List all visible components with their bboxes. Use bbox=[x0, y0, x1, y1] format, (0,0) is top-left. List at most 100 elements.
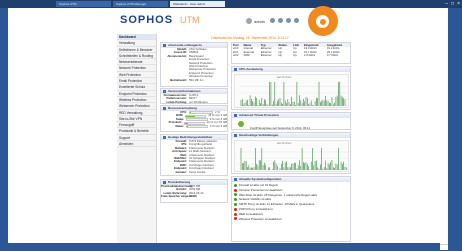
threat-rows: Firewall:8 879 Pakete geblocktIPS:9 Angr… bbox=[161, 140, 227, 174]
logging-panel: Protokollierung Protokolldateitrennung:2… bbox=[160, 179, 228, 203]
network-icon bbox=[234, 134, 237, 137]
help-icon[interactable] bbox=[278, 18, 283, 23]
info-row: Betriebszeit:59d 19h 1m bbox=[161, 79, 227, 82]
threat-panel: Heutige Bedrohungsstatistiken Firewall:8… bbox=[160, 134, 228, 176]
usage-bar bbox=[186, 125, 208, 128]
user-avatar[interactable] bbox=[246, 18, 252, 24]
info-row: Geraten:Keine Gerate bbox=[161, 171, 227, 174]
usage-bar-fill bbox=[185, 123, 187, 124]
user-name[interactable]: admin bbox=[254, 19, 265, 24]
concurrent-title: Gleichzeitige Verbindungen bbox=[239, 133, 278, 138]
system-info-panel: utm.hostel-softsegen.lo Modell:ASG Softw… bbox=[160, 42, 228, 87]
header-icons bbox=[270, 18, 299, 23]
system-messages-title: Aktuelle Systemkonfiguration bbox=[239, 177, 281, 182]
status-dot-icon bbox=[234, 217, 237, 220]
interfaces-body: eth0InternalEthernetUpUp19.3 kbit/s31.2 … bbox=[232, 47, 350, 58]
table-cell: eth2 bbox=[232, 54, 243, 58]
concurrent-header: Gleichzeitige Verbindungen bbox=[232, 133, 350, 138]
version-rows: Firmwareversion:9.205-1Patternversion:59… bbox=[161, 94, 227, 104]
interfaces-table: PortNameTypStatusLinkEingehendAusgehend … bbox=[232, 43, 350, 58]
app-header: SOPHOS UTM admin bbox=[8, 8, 448, 34]
brand-logo: SOPHOS bbox=[120, 14, 173, 26]
config-status-text[interactable]: Wireless Protection ist deaktiviert bbox=[239, 217, 282, 222]
config-status-item: Wireless Protection ist deaktiviert bbox=[234, 217, 350, 222]
info-value: 59d 19h 1m bbox=[189, 79, 204, 82]
maximize-icon[interactable]: □ bbox=[451, 1, 454, 7]
atp-status-text: Zugriff Ereignisse seit September 6, 201… bbox=[250, 126, 310, 130]
info-value: vor 28 Minuten bbox=[189, 101, 208, 104]
browser-tab[interactable]: Sophos UTM Manager bbox=[113, 1, 168, 7]
sidebar-nav: DashboardVerwaltungDefinitionen & Benutz… bbox=[117, 34, 157, 250]
table-cell: 3.7 kbit/s bbox=[326, 54, 350, 58]
config-icon bbox=[234, 178, 237, 181]
browser-window: SOPHOS UTM admin DashboardVerwaltungDefi… bbox=[8, 8, 448, 250]
browser-tab-active[interactable]: Webadmin - User admin bbox=[170, 1, 225, 7]
product-name: UTM bbox=[180, 15, 200, 25]
info-key: Daten: bbox=[161, 125, 186, 128]
disk-icon bbox=[163, 181, 166, 184]
table-cell: Up bbox=[277, 54, 292, 58]
shield-icon bbox=[163, 136, 166, 139]
sidebar-item[interactable]: Abmelden bbox=[117, 141, 156, 147]
window-controls: – □ × bbox=[445, 0, 460, 8]
system-messages-list: Firewall ist aktiv mit 15 RegelnIntrusio… bbox=[232, 182, 350, 221]
usage-bar-fill bbox=[186, 116, 195, 117]
concurrent-connections-panel: Gleichzeitige Verbindungen last 24 hours bbox=[231, 132, 351, 174]
info-row: Daten: 3 % von 9 GB bbox=[161, 125, 227, 128]
atp-panel: Advanced Threat Protection Zugriff Ereig… bbox=[231, 112, 351, 130]
info-value: Keine Gerate bbox=[189, 171, 205, 174]
concurrent-chart-svg bbox=[235, 141, 350, 173]
browser-tab[interactable]: Sophos UTM bbox=[56, 1, 111, 7]
table-cell: Ethernet bbox=[260, 54, 278, 58]
status-dot-icon bbox=[234, 203, 237, 206]
settings-icon[interactable] bbox=[286, 18, 291, 23]
info-key: Geraten: bbox=[161, 171, 189, 174]
interfaces-panel: PortNameTypStatusLinkEingehendAusgehend … bbox=[231, 42, 351, 64]
status-bar bbox=[0, 243, 440, 250]
info-key: Betriebszeit: bbox=[161, 79, 189, 82]
system-info-rows: Modell:ASG SoftwareLizenz-ID:789503Abonn… bbox=[161, 48, 227, 82]
atp-header: Advanced Threat Protection bbox=[232, 113, 350, 118]
gauge-icon bbox=[163, 107, 166, 110]
status-dot-icon bbox=[234, 184, 237, 187]
info-key: Letzte Prufung: bbox=[161, 101, 189, 104]
info-value: 15 GB bbox=[189, 195, 197, 198]
cpu-panel: CPU-Auslastung last 24 hours bbox=[231, 66, 351, 110]
refresh-icon[interactable] bbox=[270, 18, 275, 23]
table-cell: DMZ bbox=[243, 54, 260, 58]
table-cell: Up bbox=[292, 54, 303, 58]
alert-icon bbox=[234, 114, 237, 117]
status-dot-icon bbox=[234, 189, 237, 192]
system-messages-panel: Aktuelle Systemkonfiguration Firewall is… bbox=[231, 176, 351, 242]
cpu-chart: last 24 hours bbox=[234, 74, 349, 108]
table-row[interactable]: eth2DMZEthernetUpUp2.6 kbit/s3.7 kbit/s bbox=[232, 54, 350, 58]
page-title: Dashboard fur Montag, 15. September 2014… bbox=[160, 35, 340, 41]
status-dot-icon bbox=[234, 198, 237, 201]
status-dot-icon bbox=[234, 208, 237, 211]
info-icon bbox=[163, 90, 166, 93]
cpu-title: CPU-Auslastung bbox=[239, 67, 263, 72]
table-cell: 2.6 kbit/s bbox=[303, 54, 326, 58]
logout-icon[interactable] bbox=[294, 18, 299, 23]
cpu-chart-svg bbox=[235, 75, 350, 109]
close-icon[interactable]: × bbox=[457, 1, 460, 7]
minimize-icon[interactable]: – bbox=[445, 1, 448, 7]
cpu-header: CPU-Auslastung bbox=[232, 67, 350, 72]
browser-tab-bar: Sophos UTM Sophos UTM Manager Webadmin -… bbox=[0, 0, 462, 8]
resource-rows: CPU:2 %RAM:46 % von 2 GBSwap:0 % von 4 G… bbox=[161, 111, 227, 128]
concurrent-chart: last 24 hours bbox=[234, 140, 349, 172]
info-key: Freie Speicher eingesetzt: bbox=[161, 195, 189, 198]
status-dot-icon bbox=[234, 213, 237, 216]
logging-rows: Protokolldateitrennung:2907 MBBericht:10… bbox=[161, 185, 227, 199]
status-dot-icon bbox=[234, 193, 237, 196]
atp-title: Advanced Threat Protection bbox=[239, 113, 279, 118]
info-value: 3 % von 9 GB bbox=[208, 125, 227, 128]
server-icon bbox=[163, 44, 166, 47]
info-row: Letzte Prufung:vor 28 Minuten bbox=[161, 101, 227, 104]
resource-panel: Ressourcennutzung CPU:2 %RAM:46 % von 2 … bbox=[160, 105, 228, 132]
usage-bar-fill bbox=[187, 126, 188, 127]
cpu-icon bbox=[234, 68, 237, 71]
atp-status-icon bbox=[238, 121, 244, 127]
version-panel: Versionsinformationen Firmwareversion:9.… bbox=[160, 88, 228, 104]
brand-graphic bbox=[308, 6, 338, 36]
